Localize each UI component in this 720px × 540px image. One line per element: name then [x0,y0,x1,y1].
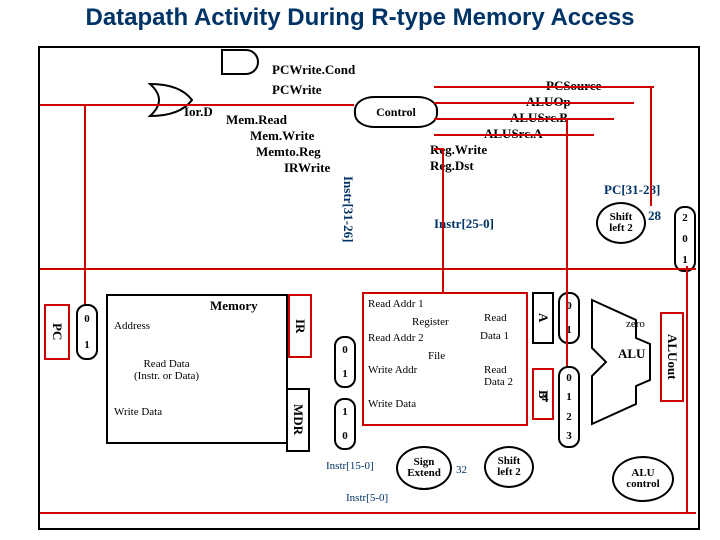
address-label: Address [114,320,150,332]
iord-mux: 0 1 [76,304,98,360]
aluout-label: ALUout [664,334,680,380]
read-label: Read [484,312,507,324]
mux-opt: 1 [566,391,572,403]
mux-opt: 3 [566,430,572,442]
memtoreg-mux: 1 0 [334,398,356,450]
read-data-label: Read Data (Instr. or Data) [134,358,199,382]
n32-label: 32 [456,464,467,476]
wire-icon [40,268,696,270]
write-data2-label: Write Data [368,398,416,410]
instr-31-26-label: Instr[31-26] [340,176,356,242]
aluout-register: ALUout [660,312,684,402]
instr-15-0-label: Instr[15-0] [326,460,374,472]
mux-opt: 1 [342,368,348,380]
regwrite-label: Reg.Write [430,142,487,158]
alu-control-block: ALU control [612,456,674,502]
a-label: A [535,313,551,322]
regdst-label: Reg.Dst [430,158,474,174]
read-addr-1-label: Read Addr 1 [368,298,424,310]
wire-icon [84,104,86,304]
memory-label: Memory [210,298,258,314]
shift-left-2-lower: Shift left 2 [484,446,534,488]
data1-label: Data 1 [480,330,509,342]
mux-opt: 1 [342,406,348,418]
read-addr-2-label: Read Addr 2 [368,332,424,344]
and-gate-icon [218,48,266,78]
control-label: Control [376,105,416,120]
wire-icon [442,148,444,292]
irwrite-label: IRWrite [284,160,330,176]
datapath-stage: PCWrite.Cond PCWrite Ior.D Mem.Read Mem.… [38,46,700,530]
mux-opt: 0 [342,344,348,356]
wire-icon [434,118,614,120]
wire-icon [650,86,652,206]
register-file-block: Read Addr 1 Register Read Addr 2 Read Da… [362,292,528,426]
mux-opt: 0 [342,430,348,442]
ir-label: IR [292,319,308,333]
regdst-mux: 0 1 [334,336,356,388]
instr-5-0-label: Instr[5-0] [346,492,388,504]
pc-label: PC [49,323,65,340]
wire-icon [434,86,654,88]
memwrite-label: Mem.Write [250,128,314,144]
mdr-label: MDR [290,404,306,435]
mux-opt-2: 2 [682,212,688,224]
file-label: File [428,350,445,362]
page-title: Datapath Activity During R-type Memory A… [0,4,720,32]
register-label: Register [412,316,449,328]
mux-opt-1: 1 [682,254,688,266]
memtoreg-label: Memto.Reg [256,144,321,160]
wire-icon [40,512,696,514]
zero-label: zero [626,318,645,330]
sign-extend-block: Sign Extend [396,446,452,490]
wire-icon [434,102,634,104]
n4-label: 4 [542,390,549,406]
write-addr-label: Write Addr [368,364,417,376]
alusrca-mux: 0 1 [558,292,580,344]
alu-label: ALU [618,346,645,362]
wire-icon [434,134,594,136]
mux-opt: 1 [84,339,90,351]
wire-icon [686,266,688,514]
pcwrite-label: PCWrite [272,82,322,98]
iord-label: Ior.D [184,104,213,120]
wire-icon [566,118,568,366]
pc-register: PC [44,304,70,360]
memread-label: Mem.Read [226,112,287,128]
mux-opt: 0 [84,313,90,325]
mux-opt: 0 [566,372,572,384]
memory-block: Memory Address Read Data (Instr. or Data… [106,294,288,444]
control-block: Control [354,96,438,128]
mux-opt-0: 0 [682,233,688,245]
mdr-register: MDR [286,388,310,452]
wire-icon [40,104,354,106]
n28-label: 28 [648,208,661,224]
pc-source-mux: 2 0 1 [674,206,696,272]
read-data2-label: Read Data 2 [484,364,513,388]
mux-opt: 2 [566,411,572,423]
alusrcb-mux: 0 1 2 3 [558,366,580,448]
write-data-label: Write Data [114,406,162,418]
shift-left-2-upper: Shift left 2 [596,202,646,244]
ir-register: IR [288,294,312,358]
a-register: A [532,292,554,344]
pcwritecond-label: PCWrite.Cond [272,62,355,78]
